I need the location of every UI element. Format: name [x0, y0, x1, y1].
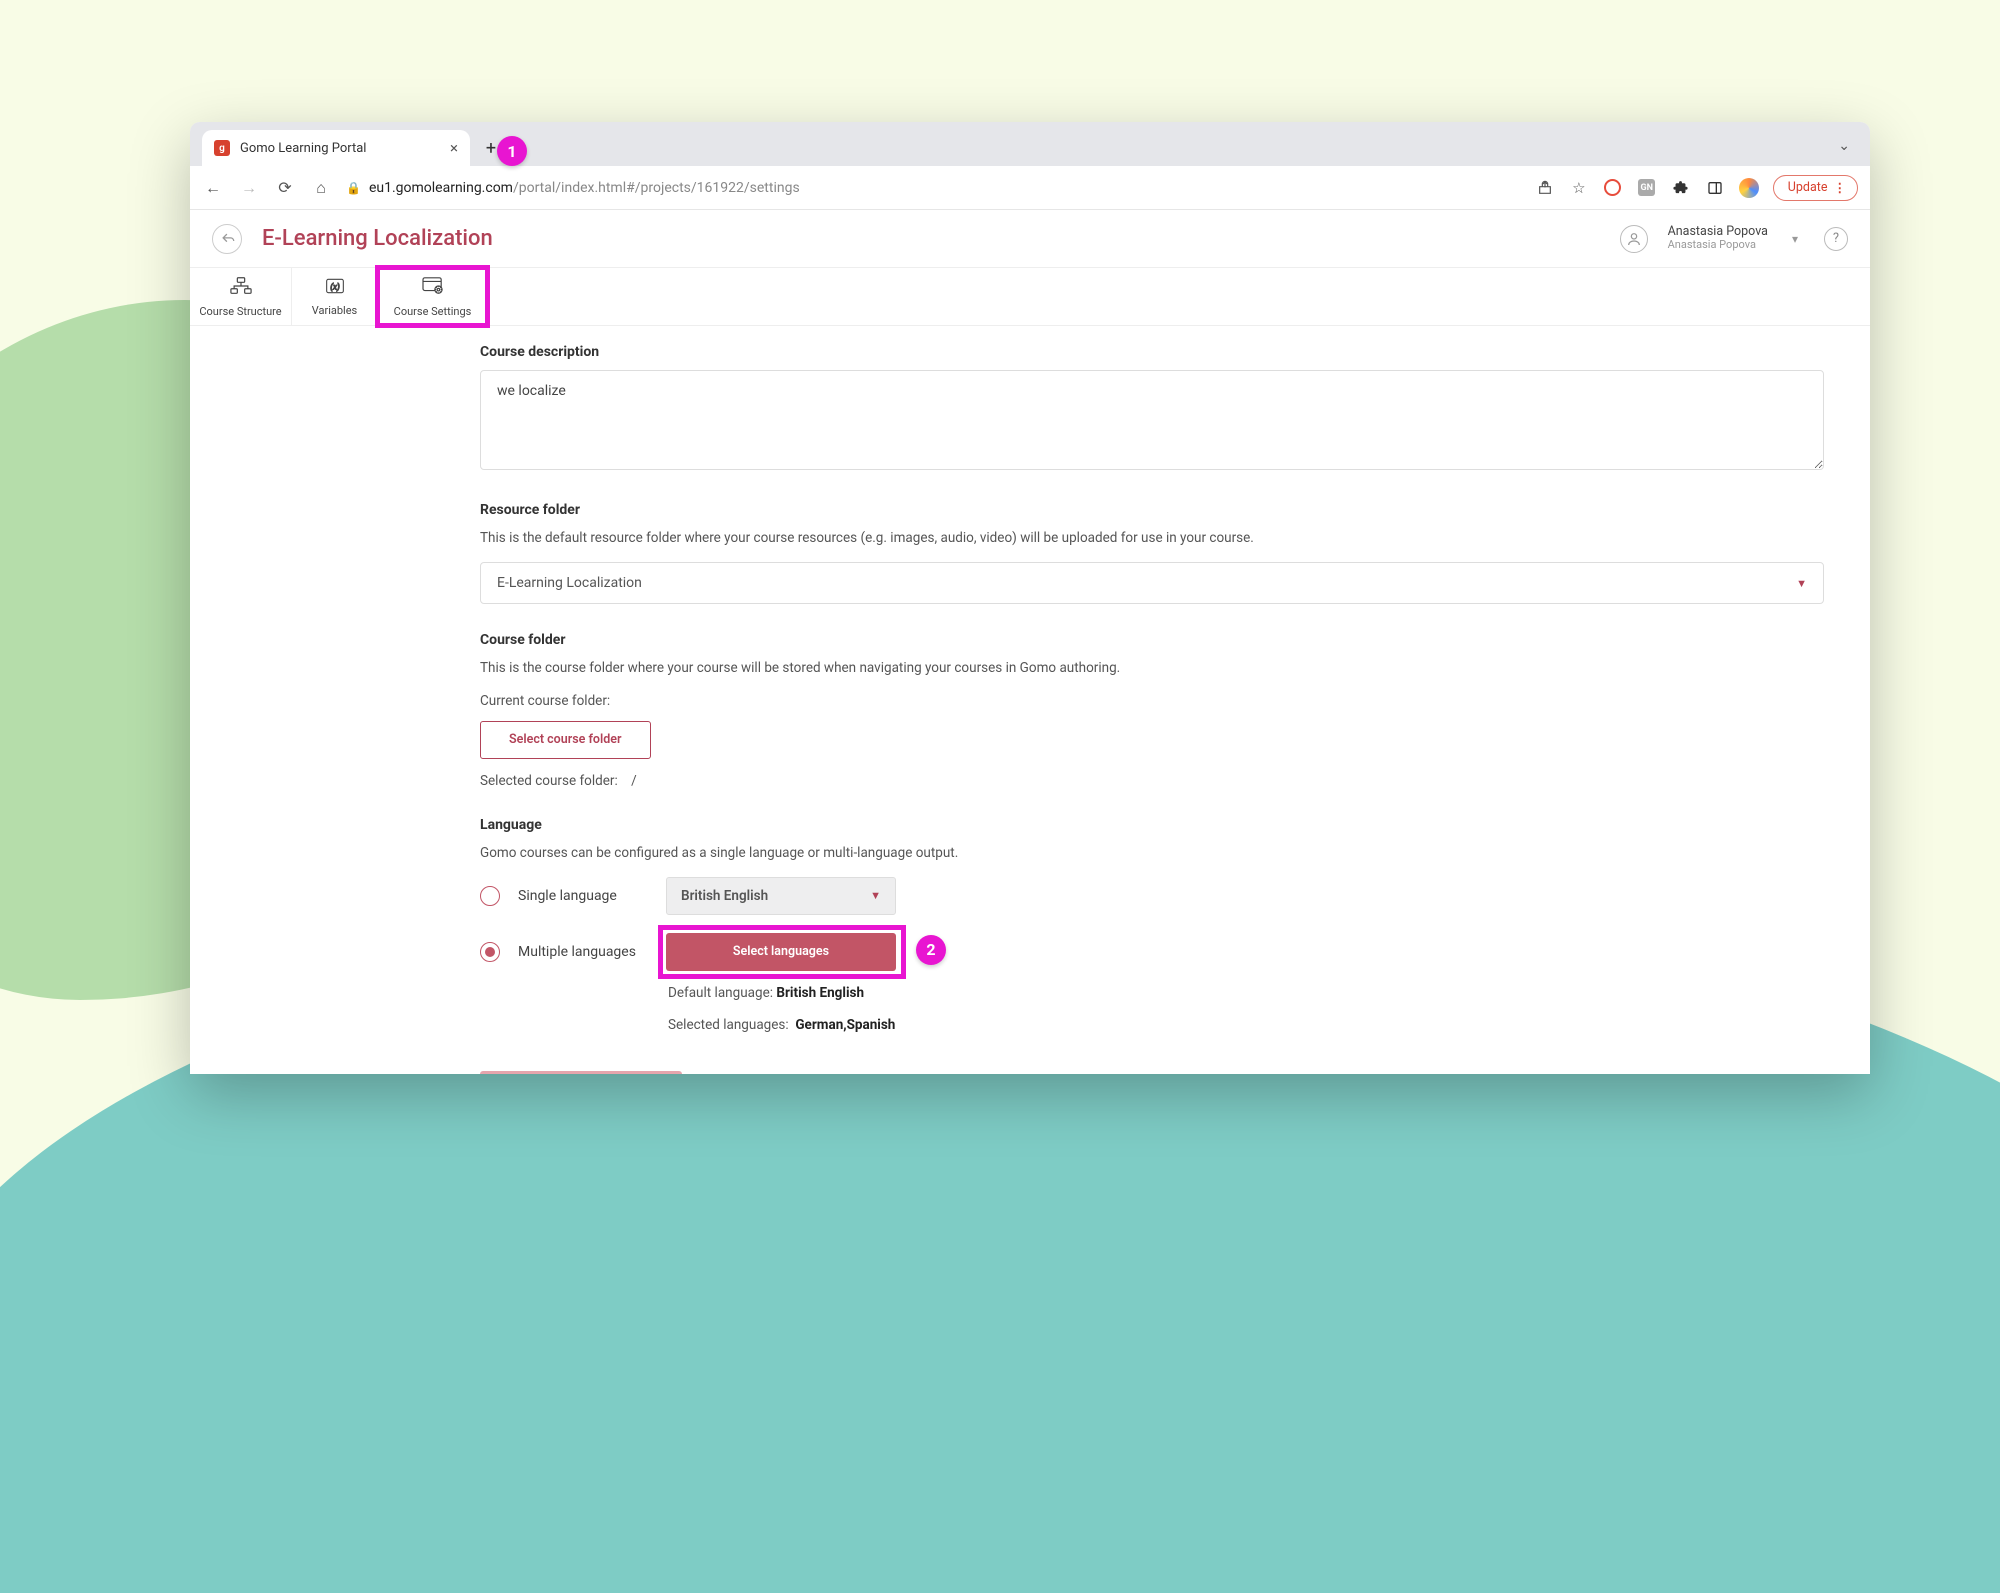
address-bar: ← → ⟳ ⌂ 🔒 eu1.gomolearning.com/portal/in…: [190, 166, 1870, 210]
single-language-select[interactable]: British English ▼: [666, 877, 896, 915]
tab-label: Course Structure: [199, 305, 281, 318]
forward-icon: →: [238, 178, 260, 198]
tab-label: Variables: [312, 304, 358, 317]
variables-icon: (x): [325, 277, 345, 300]
chevron-down-icon: ▼: [1796, 577, 1807, 590]
url-path: /portal/index.html#/projects/161922/sett…: [513, 180, 800, 196]
app-header: E-Learning Localization Anastasia Popova…: [190, 210, 1870, 268]
help-icon[interactable]: ?: [1824, 227, 1848, 251]
selected-languages-value: German,Spanish: [795, 1017, 895, 1033]
select-course-folder-button[interactable]: Select course folder: [480, 721, 651, 759]
svg-text:(x): (x): [330, 281, 340, 292]
org-name: Anastasia Popova: [1668, 239, 1768, 252]
browser-tab[interactable]: g Gomo Learning Portal ×: [202, 130, 470, 166]
user-name-block: Anastasia Popova Anastasia Popova: [1668, 225, 1768, 252]
url-field[interactable]: 🔒 eu1.gomolearning.com/portal/index.html…: [346, 173, 1521, 203]
extension-icon[interactable]: GN: [1637, 178, 1657, 198]
share-icon[interactable]: [1535, 178, 1555, 198]
resource-folder-hint: This is the default resource folder wher…: [480, 528, 1824, 548]
single-language-label: Single language: [518, 888, 648, 904]
browser-window: g Gomo Learning Portal × + ⌄ ← → ⟳ ⌂ 🔒 e…: [190, 122, 1870, 1074]
selected-languages-label: Selected languages:: [668, 1017, 789, 1033]
selected-folder-row: Selected course folder: /: [480, 773, 1824, 789]
language-hint: Gomo courses can be configured as a sing…: [480, 843, 1824, 863]
tab-close-icon[interactable]: ×: [450, 139, 458, 157]
description-input[interactable]: [480, 370, 1824, 470]
default-language-label: Default language:: [668, 985, 773, 1001]
browser-update-button[interactable]: Update ⋮: [1773, 175, 1858, 201]
selected-languages-row: Selected languages: German,Spanish: [668, 1017, 1824, 1033]
browser-tabstrip: g Gomo Learning Portal × + ⌄: [190, 122, 1870, 166]
user-name: Anastasia Popova: [1668, 225, 1768, 239]
tabs-dropdown-icon[interactable]: ⌄: [1838, 138, 1850, 154]
current-folder-label: Current course folder:: [480, 693, 1824, 709]
course-folder-hint: This is the course folder where your cou…: [480, 658, 1824, 678]
single-language-row: Single language British English ▼: [480, 877, 1824, 915]
selected-folder-value: /: [631, 773, 637, 789]
page-title: E-Learning Localization: [262, 226, 493, 251]
url-host: eu1.gomolearning.com: [369, 180, 513, 196]
tab-course-settings[interactable]: Course Settings: [378, 268, 488, 325]
kebab-menu-icon[interactable]: ⋮: [1834, 180, 1848, 196]
back-icon[interactable]: ←: [202, 178, 224, 198]
selected-folder-label: Selected course folder:: [480, 773, 618, 789]
extensions-puzzle-icon[interactable]: [1671, 178, 1691, 198]
tab-title: Gomo Learning Portal: [240, 141, 440, 156]
course-folder-label: Course folder: [480, 632, 1824, 648]
chevron-down-icon: ▼: [870, 889, 881, 902]
tab-label: Course Settings: [394, 305, 472, 318]
app-back-button[interactable]: [212, 224, 242, 254]
user-avatar-icon[interactable]: [1620, 225, 1648, 253]
resource-folder-label: Resource folder: [480, 502, 1824, 518]
default-language-row: Default language: British English: [668, 985, 1824, 1001]
side-panel-icon[interactable]: [1705, 178, 1725, 198]
language-label: Language: [480, 817, 1824, 833]
user-dropdown-icon[interactable]: ▾: [1792, 232, 1798, 246]
bookmark-icon[interactable]: ☆: [1569, 178, 1589, 198]
annotation-badge: 2: [916, 935, 946, 965]
multiple-languages-radio[interactable]: [480, 942, 500, 962]
extension-opera-icon[interactable]: [1603, 178, 1623, 198]
annotation-badge: 1: [497, 136, 527, 166]
select-languages-button[interactable]: Select languages: [666, 933, 896, 971]
update-label: Update: [1788, 180, 1828, 195]
settings-icon: [421, 276, 445, 301]
multiple-languages-row: Multiple languages Select languages 2: [480, 933, 1824, 971]
multiple-languages-label: Multiple languages: [518, 944, 648, 960]
lock-icon: 🔒: [346, 181, 361, 195]
resource-folder-select[interactable]: E-Learning Localization ▼: [480, 562, 1824, 604]
nav-tabs: Course Structure (x) Variables Course Se…: [190, 268, 1870, 326]
settings-form: Course description Resource folder This …: [190, 326, 1870, 1074]
tab-course-structure[interactable]: Course Structure: [190, 268, 292, 325]
description-label: Course description: [480, 344, 1824, 360]
tab-variables[interactable]: (x) Variables: [292, 268, 378, 325]
home-icon[interactable]: ⌂: [310, 178, 332, 198]
single-language-radio[interactable]: [480, 886, 500, 906]
default-language-value: British English: [776, 985, 864, 1001]
profile-avatar-icon[interactable]: [1739, 178, 1759, 198]
single-language-value: British English: [681, 888, 768, 904]
resource-folder-value: E-Learning Localization: [497, 575, 642, 591]
favicon: g: [214, 140, 230, 156]
structure-icon: [230, 276, 252, 301]
update-course-button[interactable]: Update course: [480, 1071, 682, 1074]
reload-icon[interactable]: ⟳: [274, 178, 296, 197]
